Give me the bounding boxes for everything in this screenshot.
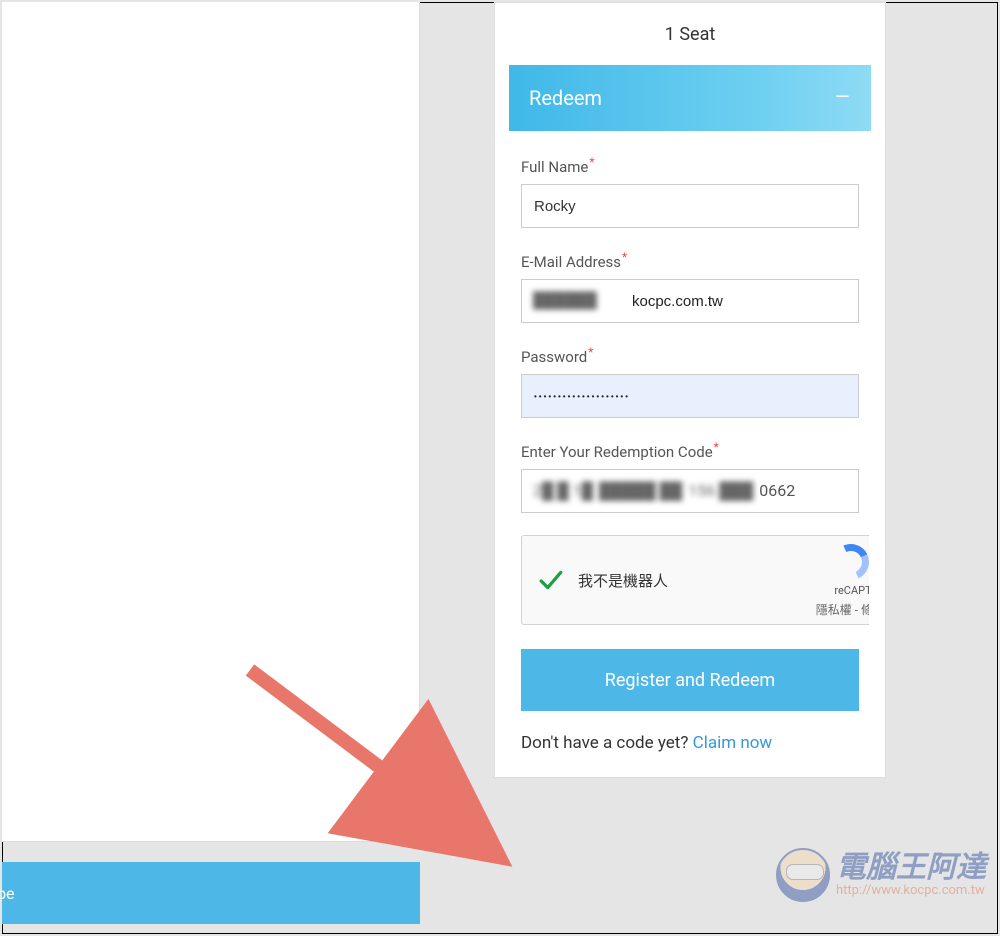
recaptcha-icon (833, 544, 869, 582)
register-label: Register and Redeem (605, 670, 775, 691)
label-code: Enter Your Redemption Code* (521, 440, 859, 461)
redeem-form: Full Name* E-Mail Address* ██████ Passwo… (495, 131, 885, 513)
captcha-label: 我不是機器人 (578, 570, 668, 591)
seat-text: 1 Seat (665, 24, 716, 45)
label-password: Password* (521, 345, 859, 366)
input-fullname[interactable] (521, 184, 859, 228)
required-mark: * (589, 155, 594, 169)
redeem-card: 1 Seat Redeem − Full Name* E-Mail Addres… (494, 2, 886, 778)
redeem-title: Redeem (529, 86, 602, 110)
field-password: Password* (521, 345, 859, 418)
register-redeem-button[interactable]: Register and Redeem (521, 649, 859, 711)
collapse-icon: − (834, 83, 851, 113)
required-mark: * (714, 440, 719, 454)
required-mark: * (622, 250, 627, 264)
captcha-privacy: 隱私權 - 條 (816, 601, 869, 618)
checkmark-icon (538, 567, 564, 593)
subscribe-button[interactable]: oscribe (2, 862, 420, 924)
code-tail: 0662 (759, 481, 795, 501)
field-code: Enter Your Redemption Code* 2█ █ 1█ ████… (521, 440, 859, 513)
label-email: E-Mail Address* (521, 250, 859, 271)
claim-now-link[interactable]: Claim now (693, 733, 773, 753)
required-mark: * (588, 345, 593, 359)
left-panel (2, 2, 420, 842)
field-email: E-Mail Address* ██████ (521, 250, 859, 323)
label-fullname: Full Name* (521, 155, 859, 176)
field-fullname: Full Name* (521, 155, 859, 228)
input-password[interactable] (521, 374, 859, 418)
no-code-prompt: Don't have a code yet? Claim now (495, 711, 885, 761)
recaptcha-widget[interactable]: 我不是機器人 reCAPT 隱私權 - 條 (521, 535, 869, 625)
subscribe-label: oscribe (0, 884, 15, 903)
seat-info: 1 Seat (495, 3, 885, 65)
recaptcha-brand: reCAPT (833, 544, 869, 598)
redeem-accordion-header[interactable]: Redeem − (509, 65, 871, 131)
